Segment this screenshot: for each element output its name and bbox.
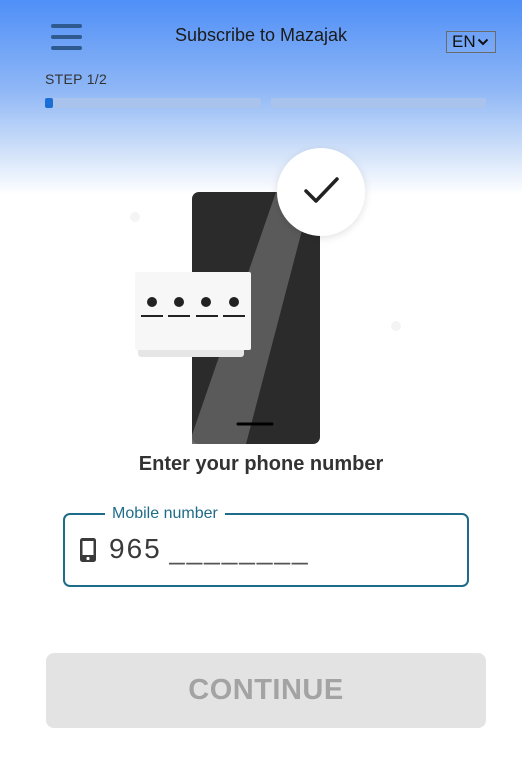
- chevron-down-icon: [477, 38, 489, 46]
- menu-bar: [51, 46, 82, 50]
- page-title: Subscribe to Mazajak: [174, 25, 348, 45]
- pin-card: [135, 272, 251, 350]
- mobile-phone-icon: [80, 538, 96, 562]
- check-badge: [277, 148, 365, 236]
- progress-segment-1: [45, 98, 261, 108]
- progress-segment-2: [271, 98, 486, 108]
- step-indicator: STEP 1/2: [45, 71, 108, 87]
- decorative-dot: [130, 212, 140, 222]
- decorative-dot: [391, 321, 401, 331]
- mobile-number-label: Mobile number: [105, 504, 225, 524]
- phone-prompt-heading: Enter your phone number: [138, 453, 384, 475]
- language-select[interactable]: EN: [446, 31, 496, 53]
- phone-verification-icon: [130, 148, 401, 444]
- language-select-value: EN: [452, 32, 476, 51]
- country-code-prefix: 965: [109, 533, 162, 564]
- continue-button[interactable]: CONTINUE: [46, 653, 486, 728]
- progress-fill: [45, 98, 53, 108]
- mobile-number-field[interactable]: Mobile number 965: [63, 504, 469, 587]
- mobile-number-input[interactable]: [169, 529, 369, 571]
